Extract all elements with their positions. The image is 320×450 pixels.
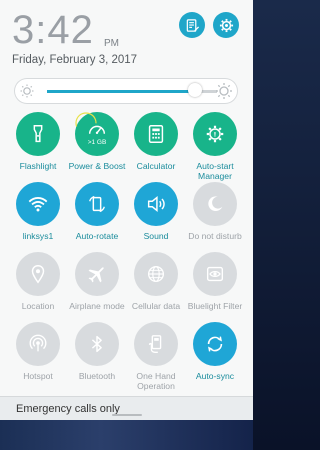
tile-auto-start-label: Auto-start Manager bbox=[196, 161, 234, 181]
emergency-calls-bar: Emergency calls only bbox=[0, 396, 253, 420]
tile-auto-rotate-circle bbox=[75, 182, 119, 226]
tile-bluelight-label: Bluelight Filter bbox=[187, 301, 243, 311]
tile-location-circle bbox=[16, 252, 60, 296]
settings-button[interactable] bbox=[213, 12, 239, 38]
tile-auto-rotate[interactable]: Auto-rotate bbox=[67, 182, 127, 241]
tile-dnd-circle bbox=[193, 182, 237, 226]
clock-time: 3:42 bbox=[12, 8, 94, 52]
brightness-slider-thumb[interactable] bbox=[187, 83, 202, 97]
tile-airplane-label: Airplane mode bbox=[69, 301, 125, 311]
calculator-icon bbox=[148, 125, 164, 143]
tile-flashlight-label: Flashlight bbox=[19, 161, 57, 171]
sync-icon bbox=[207, 336, 223, 352]
tile-wifi-circle bbox=[16, 182, 60, 226]
tile-bluetooth[interactable]: Bluetooth bbox=[67, 322, 127, 381]
tile-auto-start-manager[interactable]: ! Auto-start Manager bbox=[185, 112, 245, 181]
svg-text:!: ! bbox=[214, 130, 217, 138]
tile-cellular-circle bbox=[134, 252, 178, 296]
tile-calculator-circle bbox=[134, 112, 178, 156]
tile-power-boost-label: Power & Boost bbox=[68, 161, 126, 171]
tile-one-hand-label: One Hand Operation bbox=[136, 371, 176, 391]
moon-icon bbox=[208, 196, 223, 212]
wifi-icon bbox=[28, 197, 48, 212]
gear-icon bbox=[219, 18, 233, 32]
gear-shield-icon: ! bbox=[206, 125, 224, 143]
globe-icon bbox=[147, 265, 165, 283]
tile-hotspot-circle bbox=[16, 322, 60, 366]
tile-auto-start-circle: ! bbox=[193, 112, 237, 156]
tile-hotspot[interactable]: Hotspot bbox=[8, 322, 68, 381]
tile-location-label: Location bbox=[21, 301, 55, 311]
tile-calculator[interactable]: Calculator bbox=[126, 112, 186, 171]
tile-auto-sync-label: Auto-sync bbox=[195, 371, 235, 381]
date-text: Friday, February 3, 2017 bbox=[12, 54, 138, 66]
tile-power-boost[interactable]: >1 GB Power & Boost bbox=[67, 112, 127, 171]
edit-settings-button[interactable] bbox=[179, 12, 205, 38]
tile-wifi[interactable]: linksys1 bbox=[8, 182, 68, 241]
tile-sound-label: Sound bbox=[143, 231, 169, 241]
tile-one-hand-operation[interactable]: One Hand Operation bbox=[126, 322, 186, 391]
emergency-calls-text: Emergency calls only bbox=[16, 403, 120, 415]
hotspot-icon bbox=[29, 334, 47, 352]
tile-auto-rotate-label: Auto-rotate bbox=[75, 231, 119, 241]
airplane-icon bbox=[88, 267, 104, 283]
tile-airplane-circle bbox=[75, 252, 119, 296]
tile-wifi-label: linksys1 bbox=[22, 231, 54, 241]
tile-hotspot-label: Hotspot bbox=[23, 371, 53, 381]
edit-list-icon bbox=[186, 18, 199, 32]
wallpaper-strip bbox=[0, 420, 253, 450]
tile-one-hand-circle bbox=[134, 322, 178, 366]
tile-sound-circle bbox=[134, 182, 178, 226]
tile-power-boost-circle: >1 GB bbox=[75, 112, 119, 156]
boost-memory-text: >1 GB bbox=[87, 139, 107, 146]
brightness-bar bbox=[14, 78, 238, 104]
tile-airplane-mode[interactable]: Airplane mode bbox=[67, 252, 127, 311]
tile-auto-sync[interactable]: Auto-sync bbox=[185, 322, 245, 381]
brightness-slider-fill bbox=[47, 90, 195, 93]
flashlight-icon bbox=[33, 125, 43, 143]
tile-flashlight-circle bbox=[16, 112, 60, 156]
tile-calculator-label: Calculator bbox=[136, 161, 176, 171]
panel-drag-handle[interactable] bbox=[112, 414, 142, 416]
location-pin-icon bbox=[31, 265, 45, 284]
tile-cellular-label: Cellular data bbox=[131, 301, 181, 311]
tile-do-not-disturb[interactable]: Do not disturb bbox=[185, 182, 245, 241]
tile-auto-sync-circle bbox=[193, 322, 237, 366]
clock-ampm: PM bbox=[104, 38, 119, 49]
tile-bluelight-filter[interactable]: Bluelight Filter bbox=[185, 252, 245, 311]
quick-settings-panel: 3:42 PM Friday, February 3, 2017 Flashli… bbox=[0, 0, 253, 420]
clock: 3:42 PM bbox=[12, 8, 119, 53]
eye-filter-icon bbox=[206, 266, 224, 282]
bluetooth-icon bbox=[91, 335, 102, 353]
boost-ring bbox=[75, 112, 97, 134]
tile-cellular-data[interactable]: Cellular data bbox=[126, 252, 186, 311]
tile-bluelight-circle bbox=[193, 252, 237, 296]
speaker-icon bbox=[147, 196, 165, 212]
tile-bluetooth-label: Bluetooth bbox=[78, 371, 116, 381]
tile-sound[interactable]: Sound bbox=[126, 182, 186, 241]
brightness-low-icon bbox=[20, 84, 34, 98]
one-hand-icon bbox=[148, 335, 162, 353]
auto-brightness-icon[interactable] bbox=[215, 82, 233, 100]
tile-location[interactable]: Location bbox=[8, 252, 68, 311]
auto-rotate-icon bbox=[89, 195, 105, 213]
tile-bluetooth-circle bbox=[75, 322, 119, 366]
tile-flashlight[interactable]: Flashlight bbox=[8, 112, 68, 171]
tile-dnd-label: Do not disturb bbox=[188, 231, 242, 241]
